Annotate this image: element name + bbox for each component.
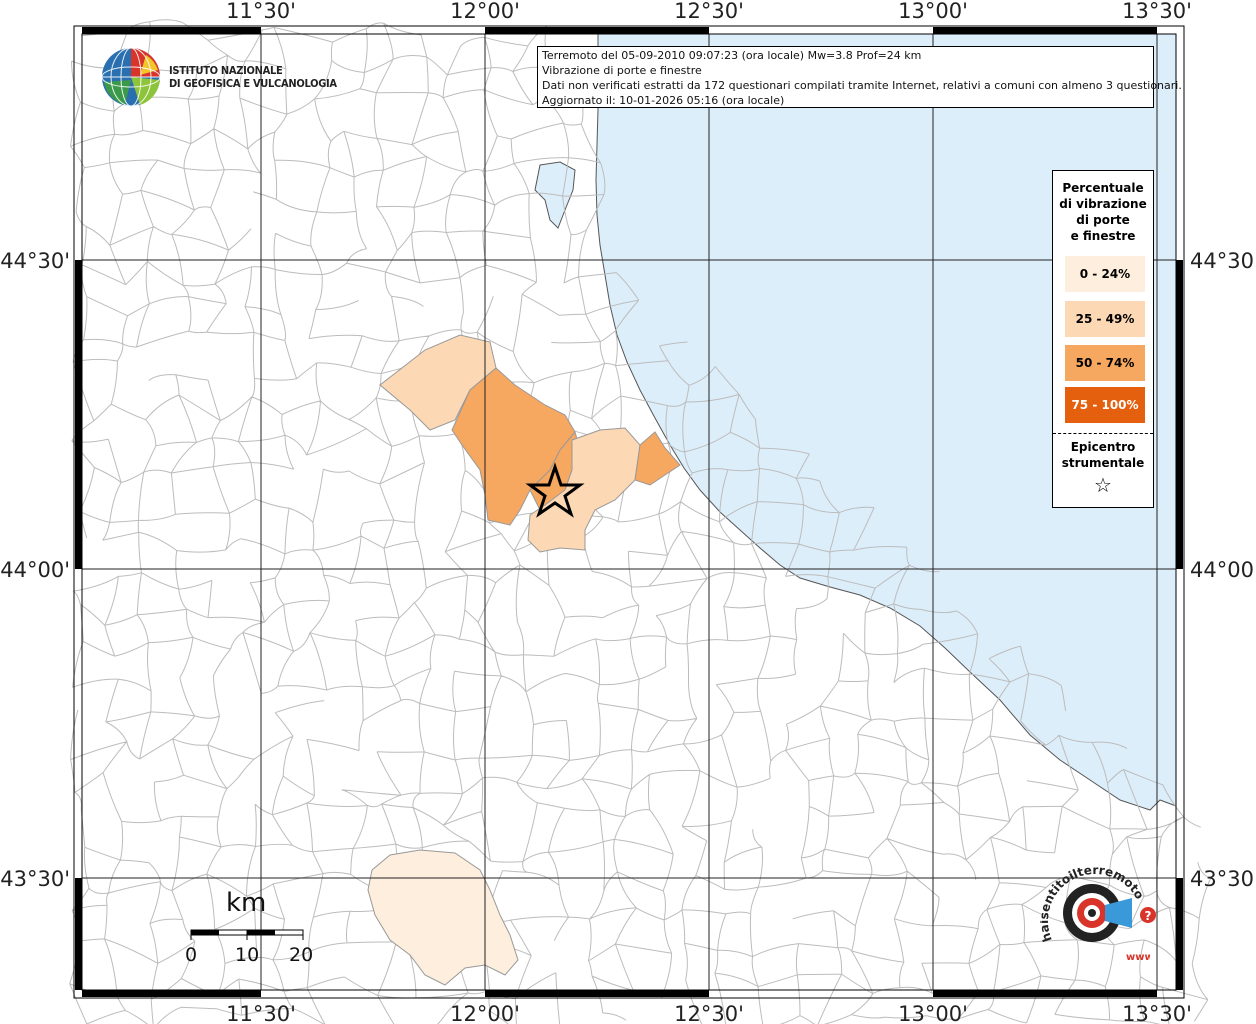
lat-label: 44°00' — [0, 558, 70, 582]
legend-class-3: 75 - 100% — [1065, 387, 1145, 423]
legend-class-2: 50 - 74% — [1065, 345, 1145, 381]
legend-title-line: di porte — [1076, 213, 1130, 227]
legend-separator — [1053, 433, 1153, 434]
lat-label: 44°00' — [1190, 558, 1256, 582]
badge-text-svg: haisentitoilterremoto.it www — [1037, 849, 1154, 963]
lon-label: 11°30' — [226, 1002, 296, 1024]
lat-label: 44°30' — [1190, 249, 1256, 273]
parameter-title: Vibrazione di porte e finestre — [542, 64, 702, 77]
lon-label: 13°00' — [898, 1002, 968, 1024]
updated-time: Aggiornato il: 10-01-2026 05:16 (ora loc… — [542, 94, 785, 107]
data-note: Dati non verificati estratti da 172 ques… — [542, 79, 1182, 92]
legend-class-0: 0 - 24% — [1065, 256, 1145, 292]
legend-title-line: di vibrazione — [1059, 197, 1147, 211]
legend-class-label: 50 - 74% — [1075, 356, 1135, 370]
legend-class-1: 25 - 49% — [1065, 301, 1145, 337]
legend-epi-line: Epicentro — [1070, 440, 1136, 454]
logo-line-2: DI GEOFISICA E VULCANOLOGIA — [169, 77, 337, 90]
legend-epicenter-label: Epicentro strumentale — [1053, 439, 1153, 471]
svg-text:haisentitoilterremoto.it: haisentitoilterremoto.it — [1040, 860, 1147, 944]
legend-epi-line: strumentale — [1061, 456, 1145, 470]
lat-label: 43°30' — [0, 867, 70, 891]
lon-label: 13°30' — [1122, 1002, 1192, 1024]
lon-label: 13°30' — [1122, 0, 1192, 23]
legend: Percentuale di vibrazione di porte e fin… — [1052, 170, 1154, 508]
logo-line-1: ISTITUTO NAZIONALE — [169, 64, 283, 77]
latitude-labels-left: 44°30' 44°00' 43°30' — [0, 249, 70, 891]
longitude-labels-top: 11°30' 12°00' 12°30' 13°00' 13°30' — [226, 0, 1192, 23]
scale-tick-label: 10 — [235, 944, 260, 966]
lon-label: 13°00' — [898, 0, 968, 23]
badge-www: www — [1126, 952, 1150, 963]
event-info-box: Terremoto del 05-09-2010 09:07:23 (ora l… — [537, 46, 1182, 108]
scale-unit: km — [226, 888, 267, 918]
ingv-logo-text: ISTITUTO NAZIONALE DI GEOFISICA E VULCAN… — [169, 64, 337, 90]
legend-title: Percentuale di vibrazione di porte e fin… — [1053, 180, 1153, 244]
lon-label: 12°00' — [450, 1002, 520, 1024]
lat-label: 43°30' — [1190, 867, 1256, 891]
longitude-labels-bottom: 11°30' 12°00' 12°30' 13°00' 13°30' — [226, 1002, 1192, 1024]
legend-class-label: 0 - 24% — [1079, 267, 1131, 281]
lon-label: 12°30' — [674, 1002, 744, 1024]
lon-label: 12°30' — [674, 0, 744, 23]
latitude-labels-right: 44°30' 44°00' 43°30' — [1190, 249, 1256, 891]
legend-class-label: 25 - 49% — [1075, 312, 1135, 326]
scale-tick-label: 0 — [185, 944, 198, 966]
badge-text-path: haisentitoilterremoto.it — [1037, 849, 1147, 944]
badge-text: haisentitoilterremoto.it www — [1037, 849, 1154, 970]
lat-label: 44°30' — [0, 249, 70, 273]
lon-label: 12°00' — [450, 0, 520, 23]
star-icon: ☆ — [1094, 473, 1112, 497]
lon-label: 11°30' — [226, 0, 296, 23]
legend-title-line: e finestre — [1070, 229, 1136, 243]
scale-tick-label: 20 — [289, 944, 314, 966]
ingv-globe-icon — [101, 47, 161, 107]
legend-class-label: 75 - 100% — [1071, 398, 1139, 412]
legend-title-line: Percentuale — [1062, 181, 1144, 195]
event-title: Terremoto del 05-09-2010 09:07:23 (ora l… — [542, 49, 922, 62]
